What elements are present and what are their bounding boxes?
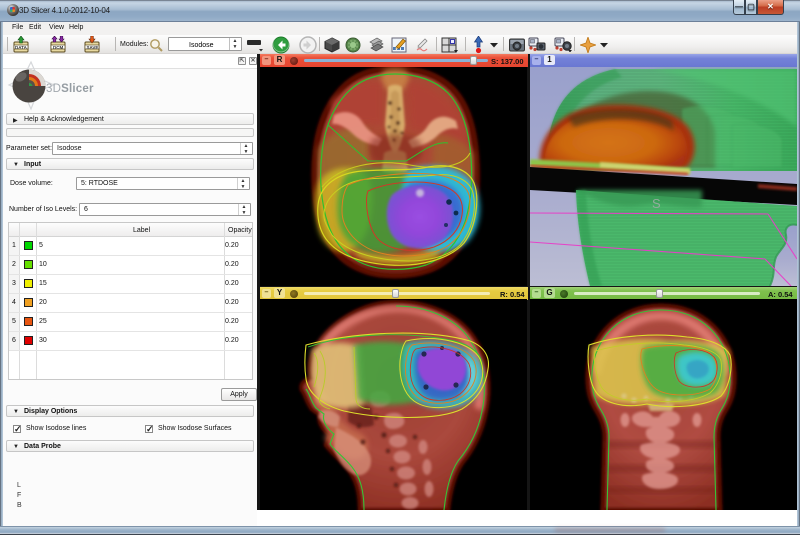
svg-text:DCM: DCM xyxy=(53,45,63,50)
svg-text:DATA: DATA xyxy=(15,45,28,50)
svg-text:SAVE: SAVE xyxy=(87,45,99,50)
svg-text:S: S xyxy=(652,196,661,211)
